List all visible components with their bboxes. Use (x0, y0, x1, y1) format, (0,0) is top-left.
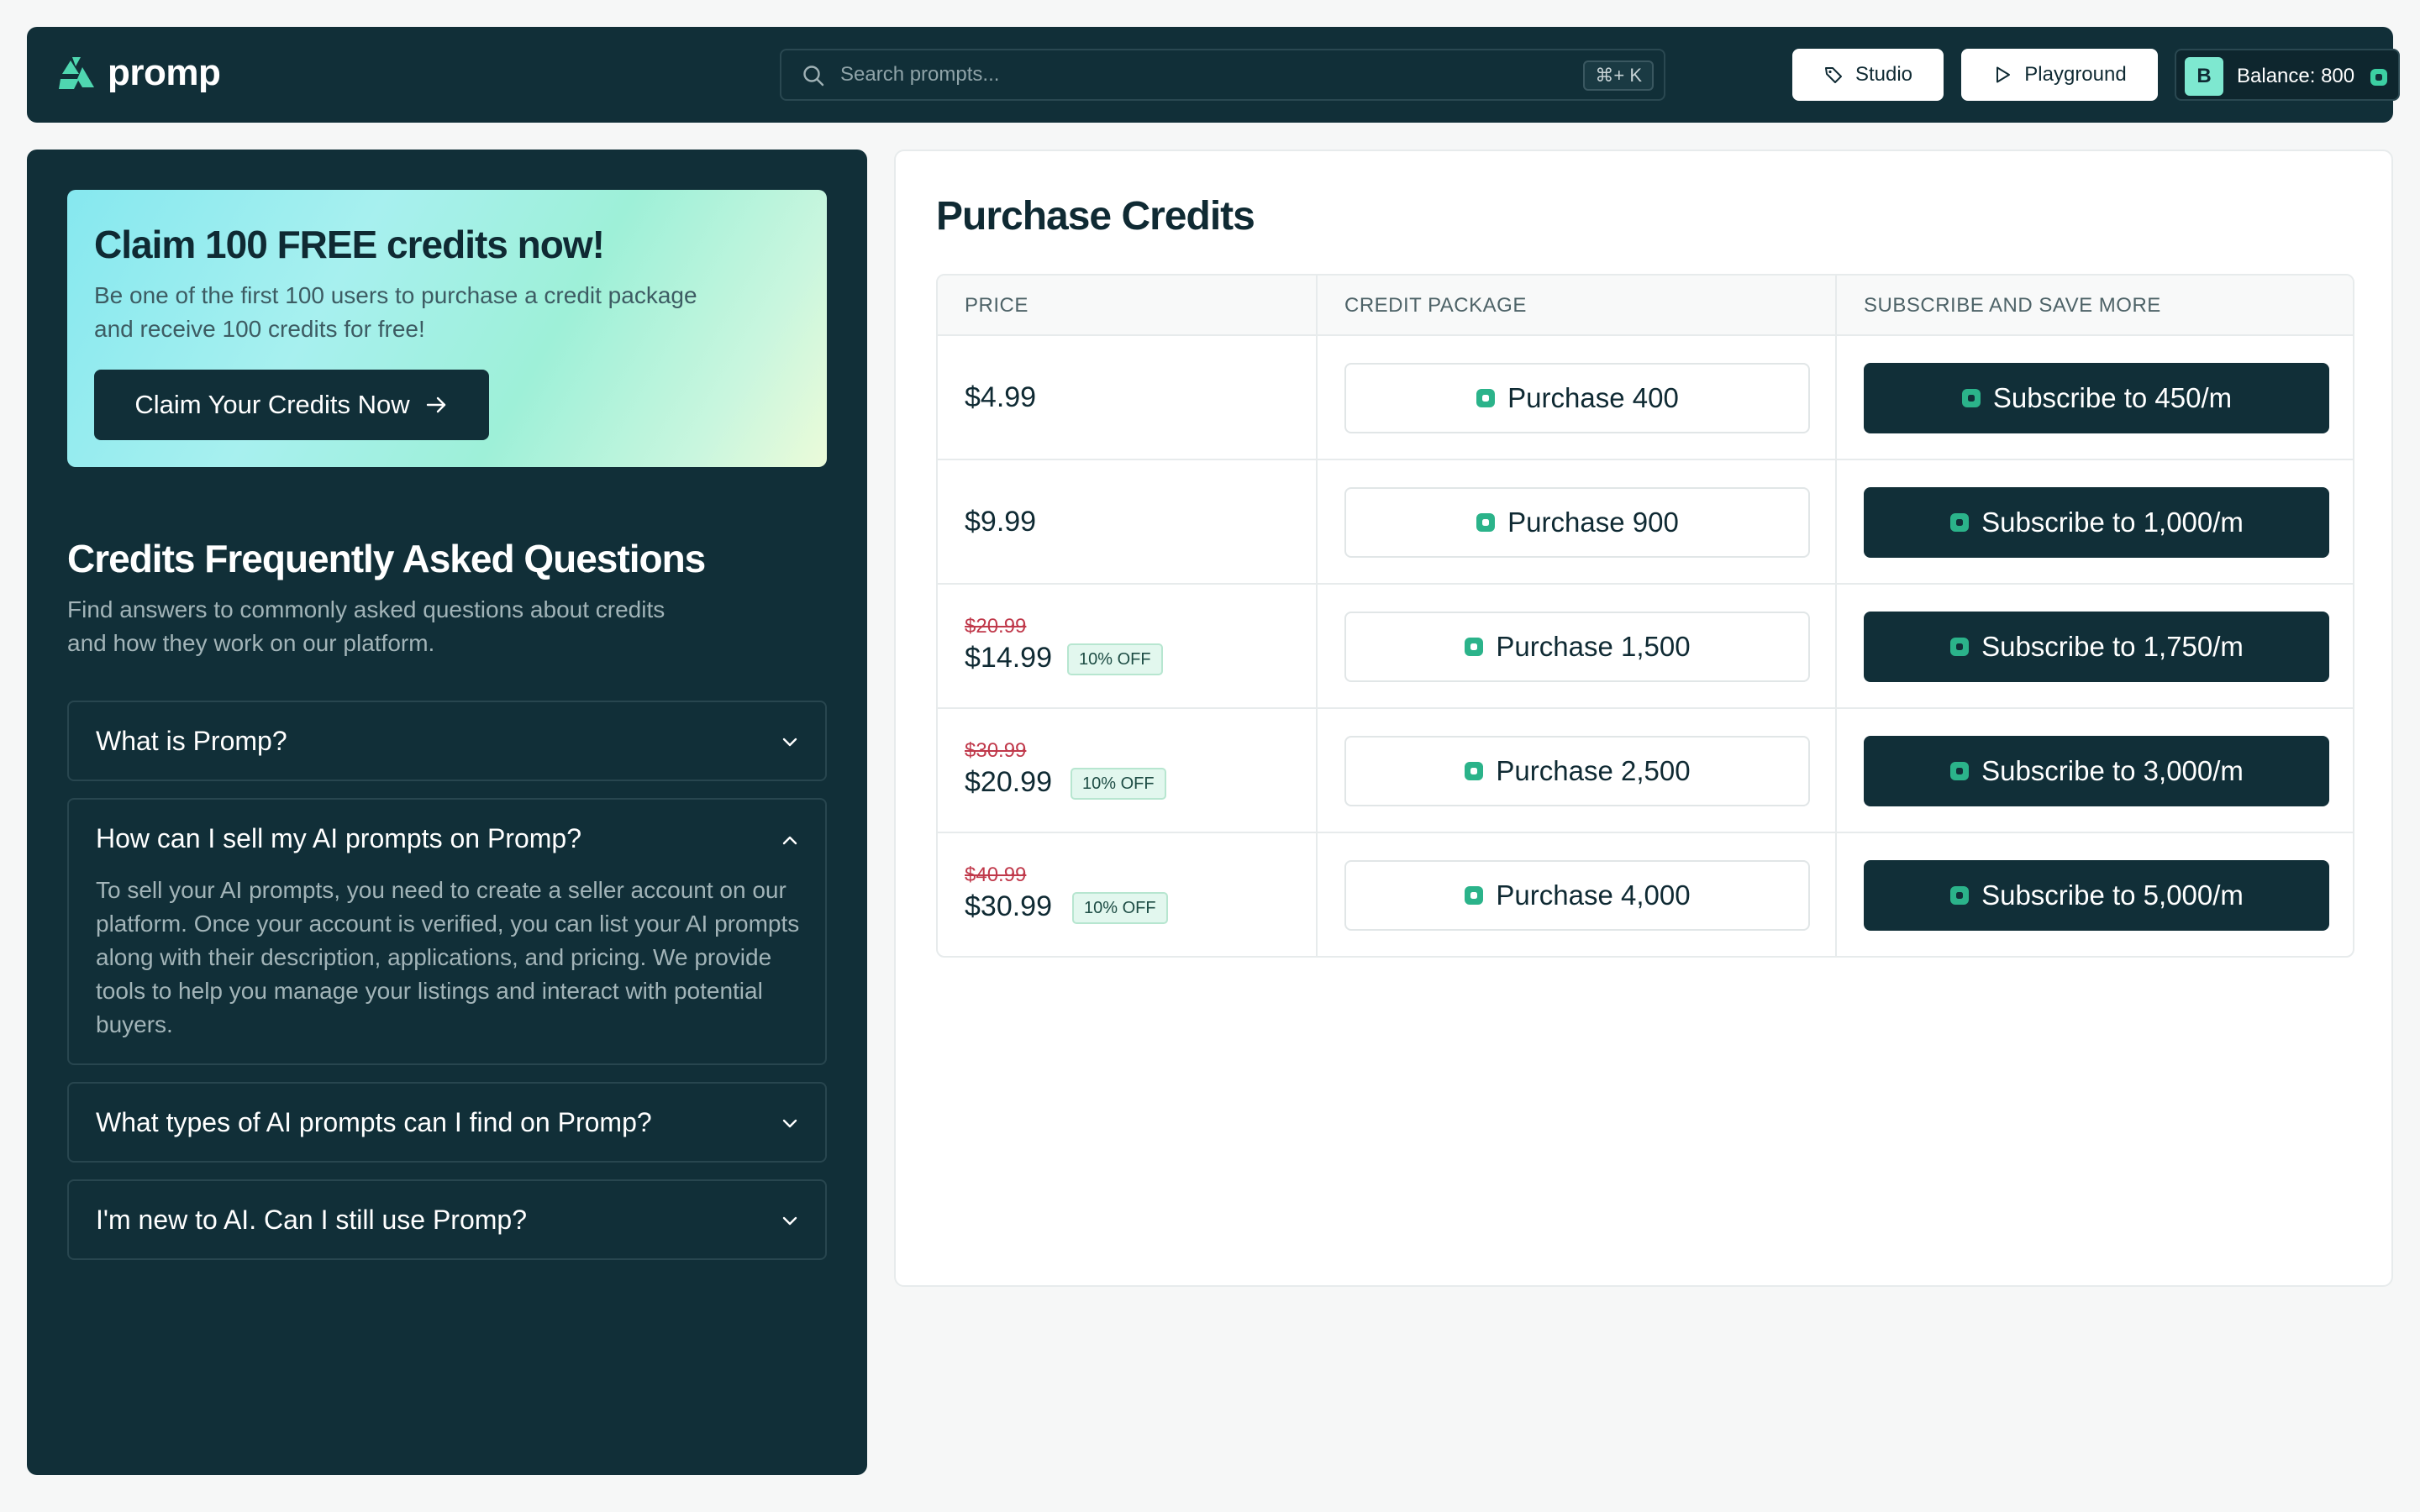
logo-text: promp (108, 52, 221, 93)
subscribe-1750-button[interactable]: Subscribe to 1,750/m (1864, 612, 2329, 682)
purchase-label: Purchase 1,500 (1496, 631, 1691, 662)
purchase-label: Purchase 400 (1507, 382, 1679, 413)
studio-label: Studio (1854, 63, 1913, 86)
search-bar[interactable]: ⌘+ K (780, 49, 1665, 101)
subscribe-label: Subscribe to 450/m (1992, 382, 2233, 413)
column-divider (1316, 276, 1318, 956)
promo-banner: Claim 100 FREE credits now! Be one of th… (67, 190, 827, 467)
column-divider (1835, 276, 1837, 956)
original-price: $30.99 (965, 739, 1027, 762)
purchase-label: Purchase 900 (1507, 507, 1679, 538)
credit-coin-icon (1465, 886, 1484, 905)
faq-question: What is Promp? (96, 726, 287, 756)
faq-question: What types of AI prompts can I find on P… (96, 1107, 652, 1137)
table-header: PRICE CREDIT PACKAGE SUBSCRIBE AND SAVE … (938, 276, 2353, 336)
original-price: $20.99 (965, 615, 1027, 638)
promp-logo-icon (59, 57, 94, 89)
credit-coin-icon (2370, 69, 2387, 86)
price: $30.99 (965, 890, 1052, 922)
table-row: $20.99 $14.99 10% OFF Purchase 1,500 Sub… (938, 585, 2353, 709)
purchase-400-button[interactable]: Purchase 400 (1344, 363, 1810, 433)
tag-icon (1824, 67, 1842, 83)
subscribe-label: Subscribe to 1,750/m (1981, 631, 2244, 662)
credit-coin-icon (1961, 389, 1981, 407)
faq-item[interactable]: I'm new to AI. Can I still use Promp? (67, 1179, 827, 1260)
credits-table: PRICE CREDIT PACKAGE SUBSCRIBE AND SAVE … (936, 274, 2354, 958)
column-header-credit-package: CREDIT PACKAGE (1344, 294, 1527, 317)
credit-coin-icon (1465, 638, 1484, 656)
subscribe-3000-button[interactable]: Subscribe to 3,000/m (1864, 736, 2329, 806)
table-row: $30.99 $20.99 10% OFF Purchase 2,500 Sub… (938, 709, 2353, 833)
faq-title: Credits Frequently Asked Questions (67, 537, 706, 580)
play-icon (1996, 66, 2011, 83)
subscribe-label: Subscribe to 3,000/m (1981, 755, 2244, 786)
discount-badge: 10% OFF (1067, 643, 1163, 675)
credit-coin-icon (1476, 389, 1496, 407)
chevron-up-icon (782, 836, 797, 845)
subscribe-5000-button[interactable]: Subscribe to 5,000/m (1864, 860, 2329, 931)
credit-coin-icon (1950, 513, 1970, 532)
faq-answer: To sell your AI prompts, you need to cre… (96, 877, 800, 1037)
price: $20.99 (965, 766, 1052, 798)
subscribe-label: Subscribe to 5,000/m (1981, 879, 2244, 911)
credit-coin-icon (1465, 762, 1484, 780)
original-price: $40.99 (965, 864, 1027, 886)
table-row: $4.99 Purchase 400 Subscribe to 450/m (938, 336, 2353, 460)
promo-description: Be one of the first 100 users to purchas… (94, 282, 697, 342)
purchase-2500-button[interactable]: Purchase 2,500 (1344, 736, 1810, 806)
claim-credits-label: Claim Your Credits Now (134, 390, 410, 419)
purchase-900-button[interactable]: Purchase 900 (1344, 487, 1810, 558)
search-input[interactable] (840, 50, 1479, 99)
credit-coin-icon (1950, 762, 1970, 780)
purchase-credits-panel: Purchase Credits PRICE CREDIT PACKAGE SU… (894, 150, 2393, 1287)
column-header-price: PRICE (965, 294, 1028, 317)
discount-badge: 10% OFF (1072, 892, 1168, 924)
subscribe-450-button[interactable]: Subscribe to 450/m (1864, 363, 2329, 433)
promo-title: Claim 100 FREE credits now! (94, 223, 605, 266)
chevron-down-icon (782, 1216, 797, 1226)
left-panel: Claim 100 FREE credits now! Be one of th… (27, 150, 867, 1475)
faq-item-expanded[interactable]: How can I sell my AI prompts on Promp? T… (67, 798, 827, 1065)
discount-badge: 10% OFF (1071, 768, 1166, 800)
credit-coin-icon (1950, 638, 1970, 656)
credit-coin-icon (1476, 513, 1496, 532)
subscribe-1000-button[interactable]: Subscribe to 1,000/m (1864, 487, 2329, 558)
top-navigation-bar: promp ⌘+ K Studio Playground B Balance: … (27, 27, 2400, 123)
subscribe-label: Subscribe to 1,000/m (1981, 507, 2244, 538)
faq-question: How can I sell my AI prompts on Promp? (96, 823, 581, 853)
table-row: $40.99 $30.99 10% OFF Purchase 4,000 Sub… (938, 833, 2353, 956)
search-shortcut-hint: ⌘+ K (1583, 60, 1654, 91)
logo[interactable]: promp (57, 52, 221, 94)
avatar[interactable]: B (2185, 57, 2223, 96)
studio-button[interactable]: Studio (1792, 49, 1944, 101)
price: $4.99 (965, 381, 1037, 413)
playground-label: Playground (2024, 63, 2127, 86)
arrow-right-icon (426, 396, 445, 413)
price: $9.99 (965, 506, 1037, 538)
balance-widget[interactable]: B Balance: 800 (2175, 49, 2400, 101)
column-header-subscribe: SUBSCRIBE AND SAVE MORE (1864, 294, 2161, 317)
search-icon (803, 66, 824, 87)
chevron-down-icon (782, 1119, 797, 1128)
balance-text: Balance: 800 (2237, 65, 2355, 87)
claim-credits-button[interactable]: Claim Your Credits Now (94, 370, 489, 440)
purchase-1500-button[interactable]: Purchase 1,500 (1344, 612, 1810, 682)
faq-question: I'm new to AI. Can I still use Promp? (96, 1205, 527, 1235)
purchase-label: Purchase 4,000 (1496, 879, 1691, 911)
table-row: $9.99 Purchase 900 Subscribe to 1,000/m (938, 460, 2353, 585)
faq-subtitle: Find answers to commonly asked questions… (67, 596, 666, 656)
faq-item[interactable]: What types of AI prompts can I find on P… (67, 1082, 827, 1163)
faq-item[interactable]: What is Promp? (67, 701, 827, 781)
purchase-label: Purchase 2,500 (1496, 755, 1691, 786)
page-title: Purchase Credits (936, 194, 1255, 239)
chevron-down-icon (782, 738, 797, 747)
credit-coin-icon (1950, 886, 1970, 905)
playground-button[interactable]: Playground (1961, 49, 2158, 101)
price: $14.99 (965, 642, 1052, 674)
purchase-4000-button[interactable]: Purchase 4,000 (1344, 860, 1810, 931)
